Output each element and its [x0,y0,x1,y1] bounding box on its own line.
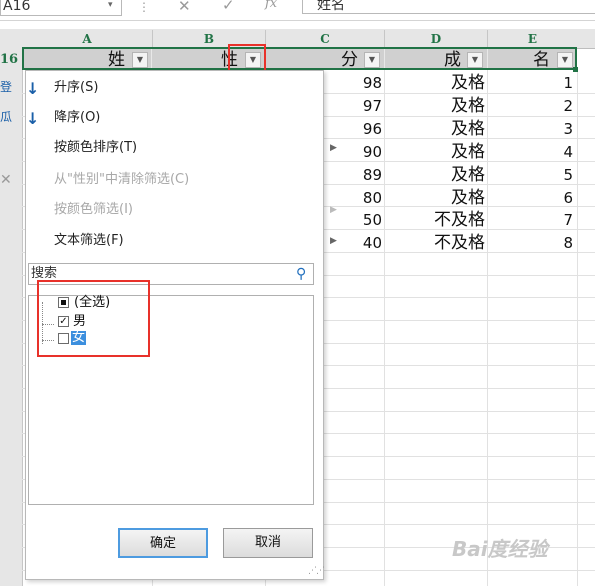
menu-item-sort-descending[interactable]: 降序(O) [54,107,100,129]
formula-bar: A16 ▾ ⋮ ✕ ✓ fx 姓名 [0,0,595,21]
resize-grip-icon[interactable]: ⋰⋰ [308,566,325,576]
cancel-entry-icon[interactable]: ✕ [178,0,191,15]
cell-grade[interactable]: 及格 [385,164,485,186]
menu-item-sort-by-color[interactable]: 按颜色排序(T) [54,137,137,159]
cell-grade[interactable]: 不及格 [385,209,485,231]
clear-filter-icon: ✕ [0,172,12,188]
cell-rank[interactable]: 6 [488,187,573,209]
column-header-d[interactable]: D [385,29,487,48]
cell-rank[interactable]: 5 [488,164,573,186]
cell-grade[interactable]: 及格 [385,187,485,209]
sort-ascending-icon: ↓ [26,79,40,98]
menu-item-text-filter[interactable]: 文本筛选(F) [54,230,124,252]
column-header-a[interactable]: A [22,29,152,48]
cell-rank[interactable]: 7 [488,209,573,231]
cell-rank[interactable]: 8 [488,232,573,254]
enter-check-icon[interactable]: ✓ [222,0,235,14]
name-box[interactable]: A16 [0,0,122,16]
cell-grade[interactable]: 及格 [385,95,485,117]
filter-dropdown-icon[interactable]: ▼ [467,52,483,68]
cell-rank[interactable]: 2 [488,95,573,117]
menu-item-clear-filter[interactable]: 从"性别"中清除筛选(C) [54,169,189,191]
cell-grade[interactable]: 不及格 [385,232,485,254]
cell-grade[interactable]: 及格 [385,72,485,94]
highlight-box-filter-list [37,280,150,357]
cell-rank[interactable]: 3 [488,118,573,140]
ok-button[interactable]: 确定 [118,528,208,558]
cell-grade[interactable]: 及格 [385,141,485,163]
sort-descending-icon: ↓ [26,109,40,128]
sort-ascending-glyph-icon: 登 [0,80,13,94]
filter-dropdown-icon[interactable]: ▼ [132,52,148,68]
cell-rank[interactable]: 4 [488,141,573,163]
column-header-c[interactable]: C [266,29,384,48]
row-header-16[interactable]: 16 [0,48,22,70]
menu-item-sort-ascending[interactable]: 升序(S) [54,77,98,99]
menu-item-filter-by-color[interactable]: 按颜色筛选(I) [54,199,133,221]
sort-descending-glyph-icon: 瓜 [0,110,13,124]
formula-bar-grip-icon: ⋮ [138,0,150,14]
formula-input[interactable]: 姓名 [302,0,595,14]
cell-rank[interactable]: 1 [488,72,573,94]
chevron-right-icon: ▶ [330,205,337,215]
grid-column-line [577,70,578,586]
chevron-down-icon[interactable]: ▾ [108,0,113,10]
selection-border [22,47,577,70]
search-icon[interactable]: ⚲ [296,266,306,282]
watermark: Bai度经验 [452,537,548,561]
chevron-right-icon: ▶ [330,236,337,246]
cell-grade[interactable]: 及格 [385,118,485,140]
filter-dropdown-icon[interactable]: ▼ [364,52,380,68]
row-header-strip [0,70,23,586]
chevron-right-icon: ▶ [330,143,337,153]
column-header-e[interactable]: E [488,29,577,48]
cancel-button[interactable]: 取消 [223,528,313,558]
insert-function-icon[interactable]: fx [265,0,277,11]
fill-handle[interactable] [573,67,578,72]
select-all-corner[interactable] [0,29,22,48]
filter-dropdown-icon[interactable]: ▼ [557,52,573,68]
